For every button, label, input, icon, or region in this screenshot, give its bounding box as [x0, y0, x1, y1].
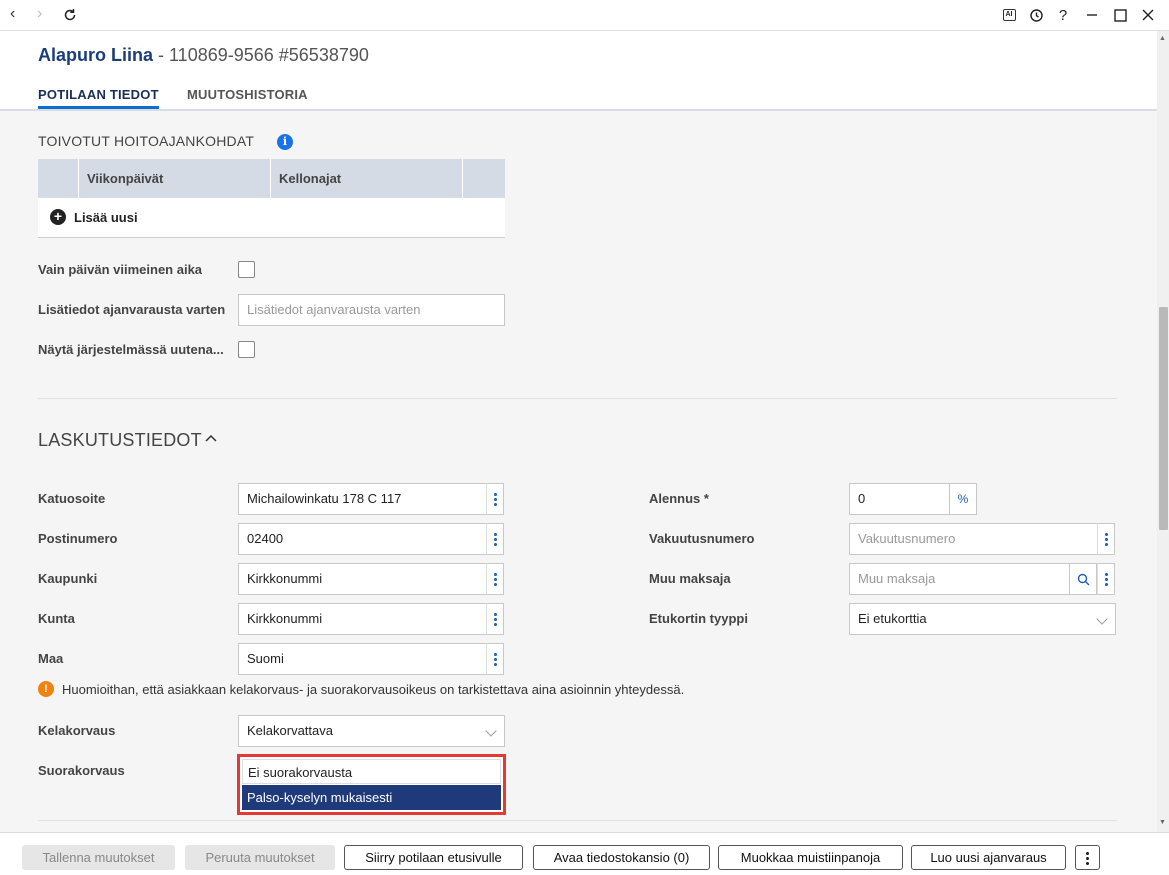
direct-compensation-dropdown[interactable]: Ei suorakorvausta Palso-kyselyn mukaises… — [237, 754, 506, 815]
benefit-card-value: Ei etukorttia — [858, 611, 927, 626]
vertical-scrollbar[interactable]: ▲ ▼ — [1157, 31, 1169, 832]
tab-change-history[interactable]: MUUTOSHISTORIA — [187, 87, 308, 102]
open-folder-button[interactable]: Avaa tiedostokansio (0) — [533, 845, 710, 870]
chevron-up-icon[interactable] — [205, 432, 217, 446]
add-new-label: Lisää uusi — [74, 209, 138, 225]
last-time-label: Vain päivän viimeinen aika — [38, 262, 203, 277]
other-payer-label: Muu maksaja — [649, 571, 731, 586]
percent-unit: % — [949, 483, 977, 515]
direct-label: Suorakorvaus — [38, 763, 125, 778]
new-booking-button[interactable]: Luo uusi ajanvaraus — [911, 845, 1066, 870]
dropdown-option-palso[interactable]: Palso-kyselyn mukaisesti — [242, 785, 501, 810]
warning-icon: ! — [38, 681, 54, 697]
city-menu-icon[interactable] — [486, 563, 504, 595]
discount-label: Alennus * — [649, 491, 709, 506]
plus-circle-icon: + — [50, 209, 66, 225]
country-label: Maa — [38, 651, 64, 666]
extra-info-input[interactable]: Lisätiedot ajanvarausta varten — [238, 294, 505, 326]
municipality-input[interactable]: Kirkkonummi — [238, 603, 487, 635]
patient-header: Alapuro Liina - 110869-9566 #56538790 PO… — [0, 31, 1157, 111]
close-icon[interactable] — [1137, 4, 1159, 26]
history-icon[interactable] — [1025, 4, 1047, 26]
country-input[interactable]: Suomi — [238, 643, 487, 675]
insurance-label: Vakuutusnumero — [649, 531, 755, 546]
grid-header-times: Kellonajat — [270, 159, 462, 198]
add-new-button[interactable]: + Lisää uusi — [50, 209, 138, 225]
back-arrow-icon[interactable]: ‹ — [10, 5, 15, 23]
tab-patient-info[interactable]: POTILAAN TIEDOT — [38, 87, 159, 109]
billing-title: LASKUTUSTIEDOT — [38, 430, 202, 450]
save-button[interactable]: Tallenna muutokset — [22, 845, 175, 870]
grid-select-column — [38, 159, 78, 198]
postal-input[interactable]: 02400 — [238, 523, 487, 555]
kela-select[interactable]: Kelakorvattava — [238, 715, 505, 747]
street-menu-icon[interactable] — [486, 483, 504, 515]
section-divider — [38, 398, 1117, 399]
insurance-menu-icon[interactable] — [1097, 523, 1115, 555]
street-label: Katuosoite — [38, 491, 106, 506]
last-time-checkbox[interactable] — [238, 261, 255, 278]
other-payer-menu-icon[interactable] — [1097, 563, 1115, 595]
appointment-times-title: TOIVOTUT HOITOAJANKOHDAT — [38, 133, 255, 149]
search-icon[interactable] — [1069, 563, 1097, 595]
postal-menu-icon[interactable] — [486, 523, 504, 555]
postal-label: Postinumero — [38, 531, 118, 546]
extra-info-label: Lisätiedot ajanvarausta varten — [38, 302, 226, 317]
patient-ids: - 110869-9566 #56538790 — [153, 45, 369, 65]
show-as-new-checkbox[interactable] — [238, 341, 255, 358]
edit-notes-button[interactable]: Muokkaa muistiinpanoja — [718, 845, 903, 870]
country-menu-icon[interactable] — [486, 643, 504, 675]
kela-notice: ! Huomioithan, että asiakkaan kelakorvau… — [38, 681, 684, 697]
benefit-card-label: Etukortin tyyppi — [649, 611, 748, 626]
help-icon[interactable]: ? — [1052, 4, 1074, 26]
info-icon[interactable]: i — [277, 134, 293, 150]
insurance-input[interactable]: Vakuutusnumero — [849, 523, 1098, 555]
grid-actions-column — [462, 159, 505, 198]
refresh-icon[interactable] — [59, 4, 81, 26]
patient-name: Alapuro Liina — [38, 45, 154, 65]
kela-label: Kelakorvaus — [38, 723, 116, 738]
city-label: Kaupunki — [38, 571, 98, 586]
ai-icon[interactable]: AI — [998, 4, 1020, 26]
more-actions-icon[interactable] — [1075, 845, 1100, 870]
municipality-label: Kunta — [38, 611, 75, 626]
appointment-grid-header: Viikonpäivät Kellonajat — [38, 159, 505, 198]
benefit-card-select[interactable]: Ei etukorttia — [849, 603, 1116, 635]
city-input[interactable]: Kirkkonummi — [238, 563, 487, 595]
scroll-up-icon[interactable]: ▲ — [1159, 35, 1166, 42]
scrollbar-thumb[interactable] — [1159, 307, 1168, 530]
municipality-menu-icon[interactable] — [486, 603, 504, 635]
appointment-grid-body: + Lisää uusi — [38, 198, 505, 238]
window-title-bar: ‹ › AI ? — [0, 0, 1169, 31]
kela-value: Kelakorvattava — [247, 723, 333, 738]
minimize-icon[interactable] — [1081, 4, 1103, 26]
patient-title: Alapuro Liina - 110869-9566 #56538790 — [38, 45, 369, 66]
scroll-down-icon[interactable]: ▼ — [1159, 819, 1166, 826]
cancel-button[interactable]: Peruuta muutokset — [185, 845, 335, 870]
forward-arrow-icon[interactable]: › — [37, 5, 42, 23]
chevron-down-icon — [485, 725, 497, 737]
street-input[interactable]: Michailowinkatu 178 C 117 — [238, 483, 487, 515]
chevron-down-icon — [1096, 613, 1108, 625]
dropdown-option-none[interactable]: Ei suorakorvausta — [242, 759, 501, 784]
section-divider-bottom — [38, 820, 1117, 821]
go-front-page-button[interactable]: Siirry potilaan etusivulle — [344, 845, 523, 870]
show-as-new-label: Näytä järjestelmässä uutena... — [38, 342, 224, 357]
maximize-icon[interactable] — [1109, 4, 1131, 26]
kela-notice-text: Huomioithan, että asiakkaan kelakorvaus-… — [62, 681, 685, 697]
grid-header-weekdays: Viikonpäivät — [78, 159, 270, 198]
discount-input[interactable]: 0 — [849, 483, 950, 515]
action-footer: Tallenna muutokset Peruuta muutokset Sii… — [0, 832, 1169, 875]
other-payer-input[interactable]: Muu maksaja — [849, 563, 1070, 595]
